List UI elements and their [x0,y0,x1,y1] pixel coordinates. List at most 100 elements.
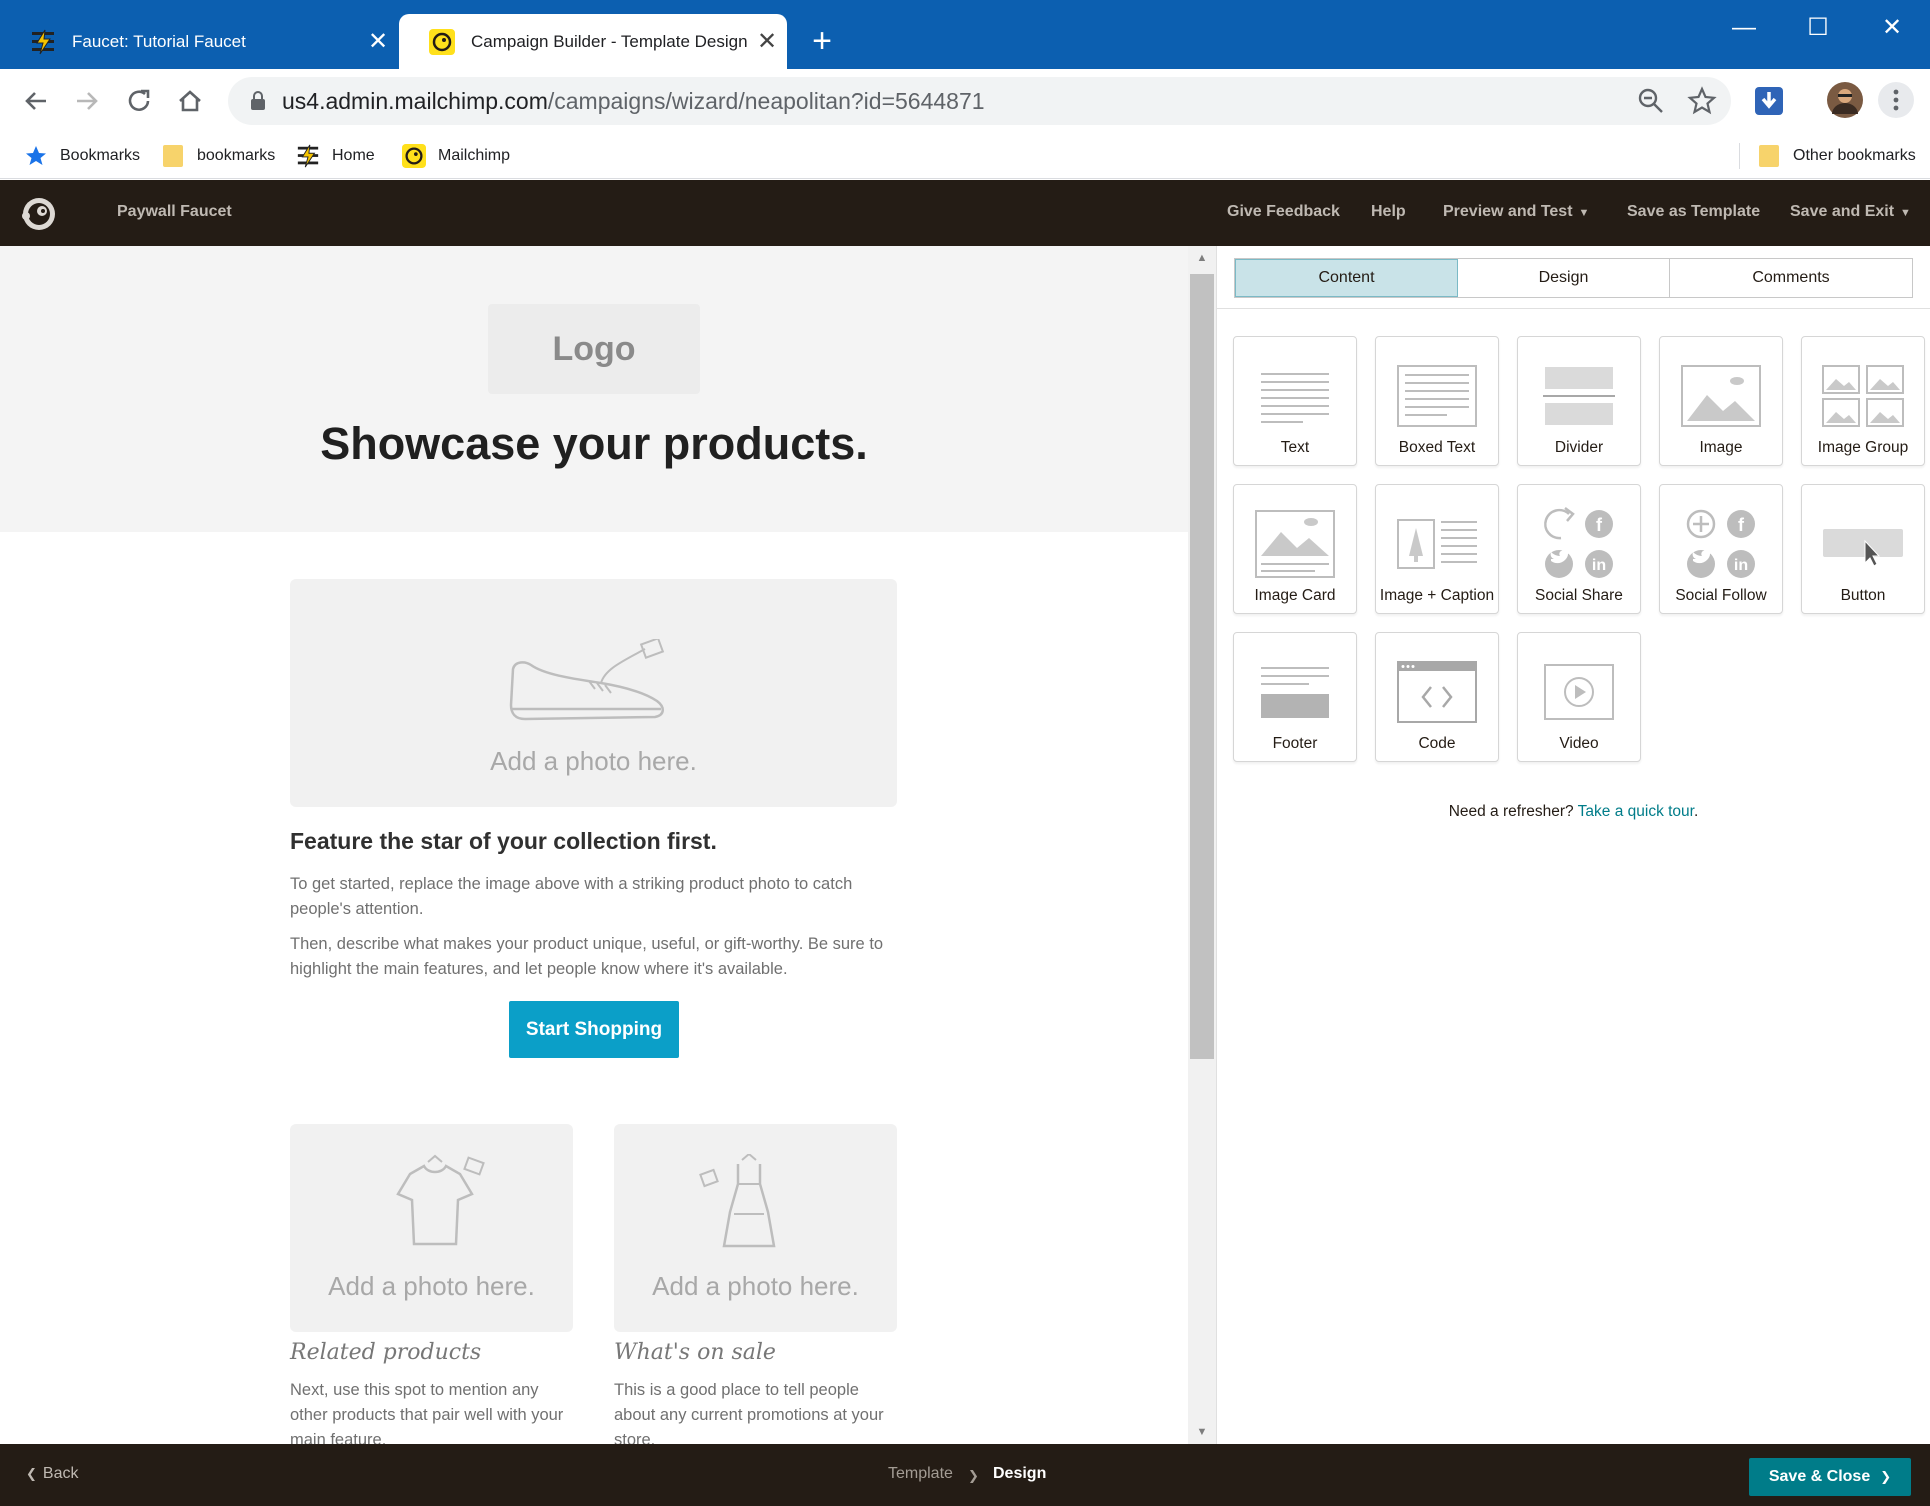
maximize-icon[interactable]: ☐ [1788,10,1848,46]
block-social-follow[interactable]: f in Social Follow [1659,484,1783,614]
scroll-down-icon[interactable]: ▼ [1188,1422,1216,1442]
chevron-right-icon: ❯ [1880,1469,1892,1484]
help-link[interactable]: Help [1371,203,1406,221]
boxed-text-block-icon [1376,355,1498,437]
logo-placeholder[interactable]: Logo [488,304,700,394]
block-image-caption[interactable]: Image + Caption [1375,484,1499,614]
related-products-text[interactable]: Next, use this spot to mention any other… [290,1378,572,1444]
block-code[interactable]: Code [1375,632,1499,762]
svg-text:f: f [1596,515,1603,535]
feature-title[interactable]: Feature the star of your collection firs… [290,828,717,855]
scrollbar-thumb[interactable] [1190,274,1214,1059]
block-image-card[interactable]: Image Card [1233,484,1357,614]
address-bar[interactable]: us4.admin.mailchimp.com/campaigns/wizard… [228,77,1731,125]
chevron-left-icon: ❮ [26,1466,37,1481]
reload-icon[interactable] [119,81,159,121]
sale-photo-placeholder[interactable]: Add a photo here. [614,1124,897,1332]
block-image[interactable]: Image [1659,336,1783,466]
tab-design[interactable]: Design [1458,259,1670,297]
main-photo-placeholder[interactable]: Add a photo here. [290,579,897,807]
email-headline[interactable]: Showcase your products. [0,418,1188,470]
video-block-icon [1518,651,1640,733]
download-extension-icon[interactable] [1752,84,1786,118]
bookmark-home[interactable]: Home [296,141,375,171]
new-tab-icon[interactable]: + [804,24,840,60]
give-feedback-link[interactable]: Give Feedback [1227,203,1340,221]
profile-avatar[interactable] [1825,80,1865,120]
bookmark-star-icon[interactable] [1686,85,1718,117]
image-card-block-icon [1234,503,1356,585]
feature-paragraph-2[interactable]: Then, describe what makes your product u… [290,932,900,982]
image-block-icon [1660,355,1782,437]
text-block-icon [1234,355,1356,437]
mailchimp-logo-icon[interactable] [18,192,60,234]
lock-icon [250,91,266,116]
social-share-block-icon: f in [1518,503,1640,585]
feature-paragraph-1[interactable]: To get started, replace the image above … [290,872,900,922]
preview-and-test-menu[interactable]: Preview and Test ▼ [1443,203,1589,221]
block-image-group[interactable]: Image Group [1801,336,1925,466]
tab-comments[interactable]: Comments [1670,259,1912,297]
back-arrow-icon[interactable] [16,81,56,121]
close-tab-icon[interactable]: ✕ [358,29,398,54]
tab-content[interactable]: Content [1235,259,1458,297]
panel-tabs: Content Design Comments [1234,258,1913,298]
svg-text:f: f [1738,515,1745,535]
block-divider[interactable]: Divider [1517,336,1641,466]
more-menu-icon[interactable] [1878,82,1914,118]
bookmark-other[interactable]: Other bookmarks [1757,141,1916,171]
scroll-up-icon[interactable]: ▲ [1188,248,1216,268]
save-as-template-link[interactable]: Save as Template [1627,203,1760,221]
close-tab-icon[interactable]: ✕ [747,29,787,54]
block-button[interactable]: Button [1801,484,1925,614]
browser-tab-faucet[interactable]: Faucet: Tutorial Faucet ✕ [0,14,398,69]
related-products-title[interactable]: Related products [290,1340,481,1365]
photo-caption: Add a photo here. [652,1271,859,1301]
refresher-text: Need a refresher? Take a quick tour. [1448,803,1699,820]
bookmark-mailchimp[interactable]: Mailchimp [402,141,510,171]
save-and-close-button[interactable]: Save & Close ❯ [1749,1458,1911,1496]
svg-text:in: in [1592,557,1606,574]
start-shopping-button[interactable]: Start Shopping [509,1001,679,1058]
email-header-section[interactable]: Logo Showcase your products. [0,246,1188,532]
shoe-icon [509,639,665,721]
breadcrumb-template[interactable]: Template [888,1465,953,1483]
panel-rule [1217,308,1930,309]
browser-toolbar: us4.admin.mailchimp.com/campaigns/wizard… [0,69,1930,133]
url-text: us4.admin.mailchimp.com/campaigns/wizard… [282,88,985,114]
bookmark-bookmarks-folder[interactable]: bookmarks [161,141,275,171]
bookmark-bookmarks[interactable]: Bookmarks [24,141,140,171]
breadcrumb-design: Design [993,1465,1047,1482]
photo-caption: Add a photo here. [490,746,697,776]
chevron-down-icon: ▼ [1578,207,1590,219]
block-video[interactable]: Video [1517,632,1641,762]
faucet-favicon-icon [296,144,320,168]
forward-arrow-icon[interactable] [67,81,107,121]
window-close-icon[interactable]: ✕ [1862,10,1922,46]
photo-caption: Add a photo here. [328,1271,535,1301]
zoom-icon[interactable] [1635,85,1667,117]
block-social-share[interactable]: f in Social Share [1517,484,1641,614]
shirt-icon [396,1154,485,1246]
bookmarks-bar: Bookmarks bookmarks Home Mailchimp Other… [0,133,1930,179]
related-photo-placeholder[interactable]: Add a photo here. [290,1124,573,1332]
block-text[interactable]: Text [1233,336,1357,466]
block-boxed-text[interactable]: Boxed Text [1375,336,1499,466]
whats-on-sale-text[interactable]: This is a good place to tell people abou… [614,1378,896,1444]
tab-title: Faucet: Tutorial Faucet [72,31,246,51]
home-icon[interactable] [170,81,210,121]
footer-block-icon [1234,651,1356,733]
whats-on-sale-title[interactable]: What's on sale [614,1340,776,1365]
quick-tour-link[interactable]: Take a quick tour [1578,803,1694,820]
minimize-icon[interactable]: — [1714,10,1774,46]
folder-icon [161,144,185,168]
email-canvas[interactable]: Logo Showcase your products. Add a photo… [0,246,1188,1444]
faucet-favicon-icon [30,29,56,55]
image-group-block-icon [1802,355,1924,437]
divider-block-icon [1518,355,1640,437]
save-and-exit-menu[interactable]: Save and Exit ▼ [1790,203,1911,221]
canvas-scrollbar[interactable]: ▲ ▼ [1188,246,1216,1444]
block-footer[interactable]: Footer [1233,632,1357,762]
back-button[interactable]: ❮ Back [26,1465,78,1483]
browser-tab-campaign-builder[interactable]: Campaign Builder - Template Designer | M… [399,14,787,69]
